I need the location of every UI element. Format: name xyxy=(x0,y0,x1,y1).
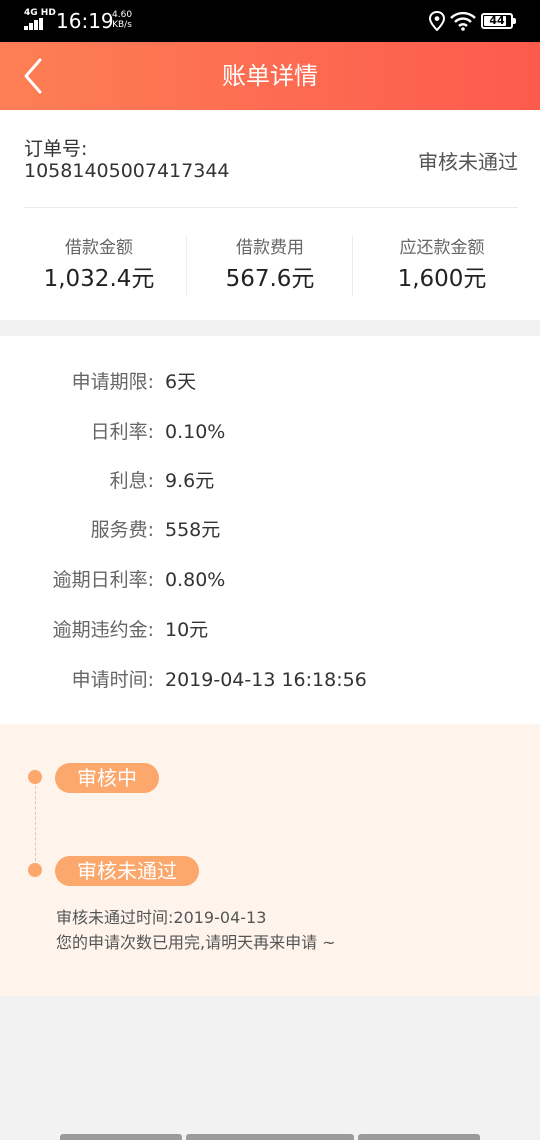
nav-bar-segment[interactable] xyxy=(358,1134,480,1140)
chevron-left-icon xyxy=(24,58,42,94)
summary-label: 借款金额 xyxy=(65,238,133,258)
location-icon xyxy=(428,11,446,31)
timeline-dot xyxy=(28,863,42,877)
status-bar: 4G HD 16:19 4.60 KB/s 44 xyxy=(0,0,540,42)
network-speed-value: 4.60 xyxy=(112,10,133,20)
summary-repay-amount: 应还款金额 1,600元 xyxy=(362,234,522,298)
detail-key: 利息: xyxy=(109,470,154,492)
detail-row-daily-rate: 日利率: 0.10% xyxy=(0,417,540,447)
back-button[interactable] xyxy=(16,56,56,96)
wifi-icon xyxy=(450,11,476,31)
timeline-connector xyxy=(35,786,36,866)
network-speed: 4.60 KB/s xyxy=(112,10,132,30)
summary-value: 1,600元 xyxy=(397,266,487,292)
timeline-step-reviewing: 审核中 xyxy=(55,763,159,793)
detail-value: 10元 xyxy=(165,619,209,641)
detail-key: 服务费: xyxy=(90,519,154,541)
summary-label: 应还款金额 xyxy=(399,238,485,258)
detail-row-term: 申请期限: 6天 xyxy=(0,367,540,397)
detail-value: 558元 xyxy=(165,519,221,541)
summary-value: 1,032.4元 xyxy=(43,266,155,292)
order-status: 审核未通过 xyxy=(418,150,518,174)
timeline-step-rejected: 审核未通过 xyxy=(55,856,199,886)
network-speed-unit: KB/s xyxy=(112,20,132,30)
column-separator xyxy=(352,236,353,296)
detail-key: 申请时间: xyxy=(71,669,154,691)
detail-key: 逾期日利率: xyxy=(52,569,154,591)
detail-key: 申请期限: xyxy=(71,371,154,393)
page-title: 账单详情 xyxy=(222,62,318,90)
column-separator xyxy=(186,236,187,296)
network-type: 4G HD xyxy=(24,8,56,18)
divider xyxy=(24,207,518,208)
summary-loan-fee: 借款费用 567.6元 xyxy=(192,234,348,298)
nav-bar-segment[interactable] xyxy=(60,1134,182,1140)
detail-row-interest: 利息: 9.6元 xyxy=(0,466,540,496)
battery-icon: 44 xyxy=(481,13,516,29)
battery-level: 44 xyxy=(489,14,505,27)
detail-value: 9.6元 xyxy=(165,470,215,492)
order-number-label: 订单号: xyxy=(24,138,88,160)
page-header: 账单详情 xyxy=(0,42,540,110)
nav-bar-segment[interactable] xyxy=(186,1134,354,1140)
order-number: 10581405007417344 xyxy=(24,160,230,182)
detail-key: 逾期违约金: xyxy=(52,619,154,641)
summary-loan-amount: 借款金额 1,032.4元 xyxy=(24,234,174,298)
summary-label: 借款费用 xyxy=(236,238,304,258)
detail-row-apply-time: 申请时间: 2019-04-13 16:18:56 xyxy=(0,665,540,695)
detail-key: 日利率: xyxy=(90,421,154,443)
detail-row-penalty: 逾期违约金: 10元 xyxy=(0,615,540,645)
summary-value: 567.6元 xyxy=(225,266,315,292)
detail-value: 6天 xyxy=(165,371,197,393)
detail-value: 0.10% xyxy=(165,421,226,443)
detail-value: 0.80% xyxy=(165,569,226,591)
reject-time-text: 审核未通过时间:2019-04-13 xyxy=(56,908,267,927)
reject-message-text: 您的申请次数已用完,请明天再来申请 ~ xyxy=(56,933,336,952)
detail-row-overdue-rate: 逾期日利率: 0.80% xyxy=(0,565,540,595)
detail-row-service-fee: 服务费: 558元 xyxy=(0,515,540,545)
status-time: 16:19 xyxy=(56,9,114,33)
timeline-dot xyxy=(28,770,42,784)
signal-icon xyxy=(24,18,48,30)
detail-value: 2019-04-13 16:18:56 xyxy=(165,669,367,691)
